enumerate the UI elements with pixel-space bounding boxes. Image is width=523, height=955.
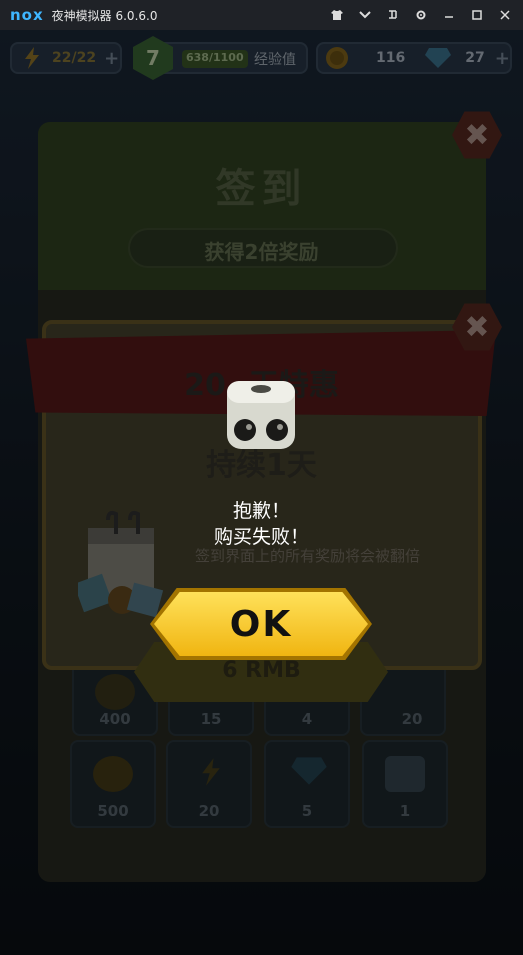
minimize-icon[interactable] — [439, 5, 459, 25]
titlebar-controls — [327, 0, 515, 30]
maximize-icon[interactable] — [467, 5, 487, 25]
gear-icon[interactable] — [411, 5, 431, 25]
shirt-icon[interactable] — [327, 5, 347, 25]
dice-icon — [227, 381, 295, 449]
error-message-line2: 购买失败！ — [213, 526, 309, 548]
emulator-titlebar: nox 夜神模拟器 6.0.6.0 — [0, 0, 523, 30]
window-title: 夜神模拟器 6.0.6.0 — [51, 8, 158, 23]
pin-icon[interactable] — [383, 5, 403, 25]
modal-overlay — [0, 30, 523, 955]
ok-button-label: OK — [229, 603, 293, 645]
close-icon[interactable] — [495, 5, 515, 25]
nox-logo: nox — [10, 6, 44, 24]
ok-button[interactable]: OK — [154, 592, 368, 656]
chevron-down-icon[interactable] — [355, 5, 375, 25]
game-screen: 22/22 + 638/1100 经验值 7 116 27 + 签到 获得2倍奖… — [0, 30, 523, 955]
error-message-line1: 抱歉！ — [232, 500, 290, 522]
